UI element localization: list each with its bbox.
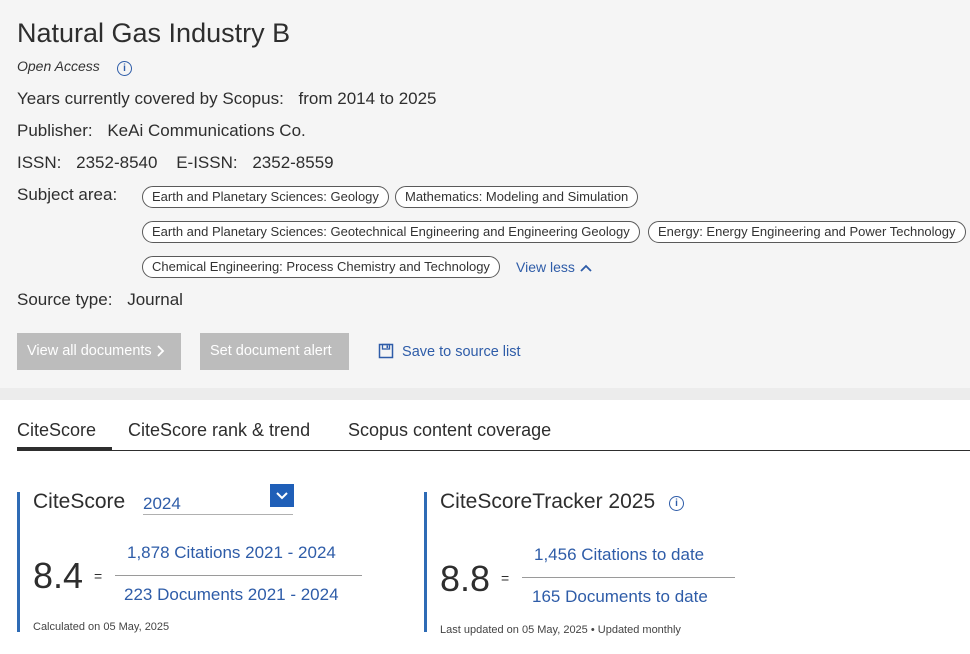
source-type-value: Journal — [127, 290, 183, 309]
citescore-heading: CiteScore — [33, 490, 126, 513]
subject-area-label: Subject area: — [17, 185, 118, 204]
save-to-source-list-button[interactable]: Save to source list — [378, 343, 521, 360]
citescore-accent-bar — [17, 492, 20, 632]
subject-chip[interactable]: Mathematics: Modeling and Simulation — [395, 186, 639, 208]
source-type-label: Source type: — [17, 290, 113, 309]
tab-citescore-rank-trend[interactable]: CiteScore rank & trend — [128, 420, 310, 441]
tracker-accent-bar — [424, 492, 427, 632]
citescore-equals: = — [94, 568, 103, 584]
year-dropdown-button[interactable] — [270, 484, 294, 507]
view-all-label: View all documents — [27, 343, 152, 359]
tab-underline — [17, 450, 970, 451]
fraction-line — [115, 575, 362, 576]
eissn-label: E-ISSN: — [176, 153, 238, 172]
info-icon[interactable]: i — [117, 61, 132, 76]
tracker-value: 8.8 — [440, 558, 491, 599]
view-less-text: View less — [516, 259, 575, 275]
citescore-calculated-date: Calculated on 05 May, 2025 — [33, 621, 170, 633]
tracker-equals: = — [501, 570, 510, 586]
tracker-heading: CiteScoreTracker 2025 — [440, 490, 656, 513]
publisher-row: Publisher: KeAi Communications Co. — [17, 121, 306, 141]
citescore-citations-link[interactable]: 1,878 Citations 2021 - 2024 — [127, 543, 336, 563]
view-all-documents-button[interactable]: View all documents — [17, 333, 181, 370]
years-covered-row: Years currently covered by Scopus: from … — [17, 89, 437, 109]
publisher-label: Publisher: — [17, 121, 93, 140]
tracker-citations-link[interactable]: 1,456 Citations to date — [534, 545, 704, 565]
publisher-value: KeAi Communications Co. — [107, 121, 306, 140]
subject-chip[interactable]: Chemical Engineering: Process Chemistry … — [142, 256, 500, 278]
issn-row: ISSN: 2352-8540 E-ISSN: 2352-8559 — [17, 153, 334, 173]
active-tab-indicator — [17, 447, 112, 451]
subject-chip[interactable]: Energy: Energy Engineering and Power Tec… — [648, 221, 966, 243]
citescore-year-value: 2024 — [143, 494, 181, 513]
tab-scopus-content-coverage[interactable]: Scopus content coverage — [348, 420, 551, 441]
chevron-down-icon — [276, 492, 288, 500]
source-type-row: Source type: Journal — [17, 290, 183, 310]
open-access-text: Open Access — [17, 58, 100, 74]
years-value: from 2014 to 2025 — [298, 89, 437, 108]
source-title: Natural Gas Industry B — [17, 18, 291, 48]
issn-label: ISSN: — [17, 153, 62, 172]
citescore-value: 8.4 — [33, 555, 84, 596]
open-access-label: Open Access — [17, 58, 100, 74]
tab-citescore[interactable]: CiteScore — [17, 420, 96, 441]
tracker-updated-date: Last updated on 05 May, 2025 • Updated m… — [440, 624, 681, 636]
save-icon — [378, 343, 394, 359]
subject-chip[interactable]: Earth and Planetary Sciences: Geology — [142, 186, 389, 208]
tracker-documents-link[interactable]: 165 Documents to date — [532, 587, 708, 607]
chevron-right-icon — [157, 345, 164, 357]
years-label: Years currently covered by Scopus: — [17, 89, 284, 108]
issn-value: 2352-8540 — [76, 153, 158, 172]
subject-chip[interactable]: Earth and Planetary Sciences: Geotechnic… — [142, 221, 640, 243]
eissn-value: 2352-8559 — [252, 153, 334, 172]
fraction-line — [522, 577, 735, 578]
citescore-documents-link[interactable]: 223 Documents 2021 - 2024 — [124, 585, 339, 605]
save-to-list-text: Save to source list — [402, 344, 521, 360]
section-divider — [0, 388, 970, 400]
set-document-alert-button[interactable]: Set document alert — [200, 333, 349, 370]
chevron-up-icon — [580, 265, 592, 272]
view-less-link[interactable]: View less — [516, 259, 593, 275]
info-icon[interactable]: i — [669, 496, 684, 511]
